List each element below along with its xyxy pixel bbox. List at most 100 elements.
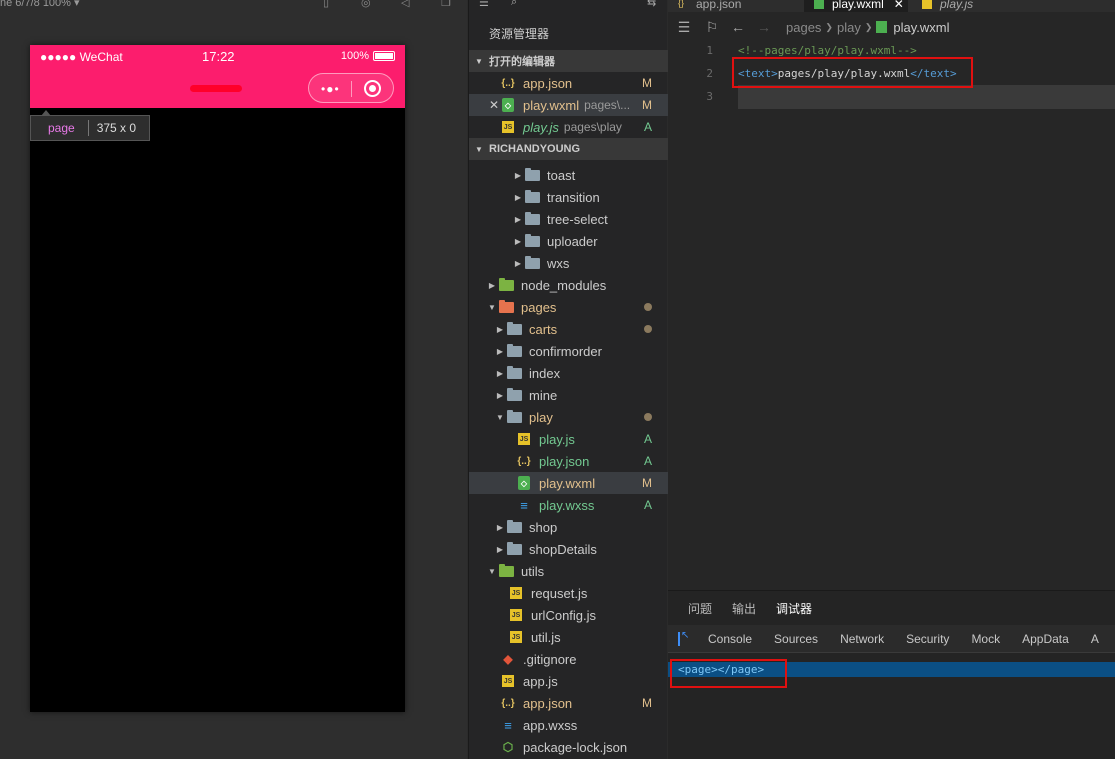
close-icon[interactable]: ✕ — [489, 98, 499, 112]
js-icon: JS — [502, 675, 514, 687]
annotation-box — [732, 57, 973, 88]
sound-icon[interactable]: ◁ — [401, 0, 413, 9]
tree-folder-transition[interactable]: ▶ transition — [469, 186, 668, 208]
tree-folder-play[interactable]: ▼ play — [469, 406, 668, 428]
tab-debugger[interactable]: 调试器 — [776, 600, 813, 626]
tab-more[interactable]: A — [1091, 632, 1099, 646]
tree-folder-utils[interactable]: ▼ utils — [469, 560, 668, 582]
tree-folder-node-modules[interactable]: ▶ node_modules — [469, 274, 668, 296]
battery-label: 100% — [340, 50, 369, 62]
tree-folder-tree-select[interactable]: ▶ tree-select — [469, 208, 668, 230]
chevron-right-icon: ▶ — [488, 280, 496, 290]
forward-arrow-icon[interactable]: → — [754, 19, 774, 35]
breadcrumb-separator-icon: ❯ — [864, 21, 873, 32]
tree-file-app-js[interactable]: JS app.js — [469, 670, 668, 692]
open-editor-play-wxml[interactable]: ✕ ◇ play.wxml pages\... M — [469, 94, 668, 116]
tree-folder-shopdetails[interactable]: ▶ shopDetails — [469, 538, 668, 560]
folder-open-icon — [505, 409, 523, 424]
tab-play-wxml[interactable]: play.wxml ✕ — [804, 0, 908, 12]
device-selector[interactable]: ne 6/7/8 100% ▾ — [0, 0, 80, 9]
tab-sources[interactable]: Sources — [774, 632, 818, 646]
folder-icon — [523, 255, 541, 270]
breadcrumb-item[interactable]: pages — [786, 20, 821, 35]
tree-file-play-js[interactable]: JS play.js A — [469, 428, 668, 450]
bookmark-icon[interactable]: ⚐ — [702, 19, 722, 36]
back-arrow-icon[interactable]: ← — [728, 19, 748, 35]
tree-file-package-lock[interactable]: ⬡ package-lock.json — [469, 736, 668, 758]
search-icon[interactable]: ⌕ — [511, 0, 517, 9]
folder-icon — [505, 365, 523, 380]
tree-folder-shop[interactable]: ▶ shop — [469, 516, 668, 538]
package-icon: ⬡ — [502, 740, 514, 754]
tree-file-play-wxss[interactable]: ≡ play.wxss A — [469, 494, 668, 516]
tree-file-play-wxml[interactable]: ◇ play.wxml M — [469, 472, 668, 494]
chevron-right-icon: ▶ — [496, 544, 504, 554]
copy-icon[interactable]: ❐ — [441, 0, 453, 9]
tree-folder-pages[interactable]: ▼ pages — [469, 296, 668, 318]
chevron-right-icon: ▶ — [514, 192, 522, 202]
tree-file-requset-js[interactable]: JS requset.js — [469, 582, 668, 604]
tab-play-js[interactable]: play.js — [912, 0, 1022, 12]
open-editors-header[interactable]: ▼ 打开的编辑器 — [469, 50, 668, 72]
tab-mock[interactable]: Mock — [971, 632, 1000, 646]
explorer-title: 资源管理器 — [489, 27, 550, 41]
git-status-badge: A — [643, 498, 652, 512]
tree-folder-toast[interactable]: ▶ toast — [469, 164, 668, 186]
chevron-down-icon: ▼ — [488, 302, 496, 312]
tab-appdata[interactable]: AppData — [1022, 632, 1069, 646]
file-name: urlConfig.js — [531, 607, 597, 623]
status-carrier: ●●●●● WeChat — [40, 50, 123, 64]
folder-name: tree-select — [547, 211, 608, 227]
tree-folder-uploader[interactable]: ▶ uploader — [469, 230, 668, 252]
json-icon: {} — [678, 0, 685, 8]
close-icon[interactable]: ✕ — [894, 0, 904, 11]
page-title-redacted — [185, 77, 247, 93]
tab-console[interactable]: Console — [708, 632, 752, 646]
tree-file-app-wxss[interactable]: ≡ app.wxss — [469, 714, 668, 736]
file-name: play.json — [539, 453, 590, 469]
file-path: pages\... — [584, 98, 631, 112]
tab-output[interactable]: 输出 — [732, 600, 756, 617]
chevron-right-icon: ▶ — [496, 390, 504, 400]
tree-file-urlconfig-js[interactable]: JS urlConfig.js — [469, 604, 668, 626]
tree-folder-carts[interactable]: ▶ carts — [469, 318, 668, 340]
list-icon[interactable]: ☰ — [674, 19, 694, 36]
breadcrumb-item[interactable]: play — [837, 20, 861, 35]
split-icon[interactable]: ⇆ — [647, 0, 656, 9]
line-number: 1 — [706, 43, 713, 57]
folder-icon — [523, 233, 541, 248]
tree-file-app-json[interactable]: {..} app.json M — [469, 692, 668, 714]
inspect-element-icon[interactable] — [678, 630, 689, 646]
tree-folder-mine[interactable]: ▶ mine — [469, 384, 668, 406]
tab-problems[interactable]: 问题 — [688, 600, 712, 617]
tab-network[interactable]: Network — [840, 632, 884, 646]
capsule-divider — [351, 81, 352, 97]
project-header[interactable]: ▼ RICHANDYOUNG — [469, 138, 668, 160]
tree-folder-confirmorder[interactable]: ▶ confirmorder — [469, 340, 668, 362]
capsule-menu[interactable]: •●• — [308, 73, 394, 103]
tab-security[interactable]: Security — [906, 632, 949, 646]
tree-file-gitignore[interactable]: ◆ .gitignore — [469, 648, 668, 670]
phone-screen[interactable]: ●●●●● WeChat 17:22 100% •●• — [30, 45, 405, 712]
project-label: RICHANDYOUNG — [489, 143, 581, 155]
tree-file-util-js[interactable]: JS util.js — [469, 626, 668, 648]
tree-file-play-json[interactable]: {..} play.json A — [469, 450, 668, 472]
json-icon: {..} — [517, 455, 531, 467]
more-icon[interactable]: •●• — [321, 82, 340, 96]
menu-icon[interactable]: ☰ — [479, 0, 489, 9]
tree-folder-index[interactable]: ▶ index — [469, 362, 668, 384]
tree-folder-wxs[interactable]: ▶ wxs — [469, 252, 668, 274]
code-editor: {} app.json play.wxml ✕ play.js ☰ ⚐ ← → … — [668, 0, 1115, 590]
chevron-right-icon: ▶ — [496, 324, 504, 334]
simulator-toolbar: ne 6/7/8 100% ▾ ▯ ◎ ◁ ❐ — [0, 0, 467, 12]
record-icon[interactable]: ◎ — [361, 0, 373, 9]
breadcrumb-item[interactable]: play.wxml — [893, 20, 949, 35]
chevron-right-icon: ▶ — [514, 236, 522, 246]
open-editor-play-js[interactable]: JS play.js pages\play A — [469, 116, 668, 138]
js-icon: JS — [518, 433, 530, 445]
tab-app-json[interactable]: {} app.json — [668, 0, 760, 12]
folder-open-icon — [497, 563, 515, 578]
phone-icon[interactable]: ▯ — [323, 0, 335, 9]
close-miniprogram-icon[interactable] — [364, 80, 381, 97]
open-editor-app-json[interactable]: {..} app.json M — [469, 72, 668, 94]
